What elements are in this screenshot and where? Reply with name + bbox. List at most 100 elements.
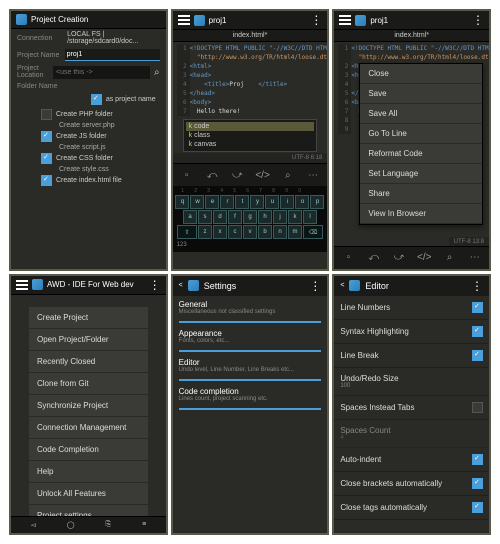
setting-checkbox[interactable] <box>472 402 483 413</box>
hamburger-icon[interactable] <box>339 15 351 25</box>
key-g[interactable]: g <box>243 210 257 224</box>
file-tab[interactable]: index.html* <box>334 30 489 42</box>
menu-open-project-folder[interactable]: Open Project/Folder <box>29 329 148 351</box>
key-p[interactable]: p <box>310 195 324 209</box>
setting-checkbox[interactable] <box>472 350 483 361</box>
menu-synchronize-project[interactable]: Synchronize Project <box>29 395 148 417</box>
ctx-close[interactable]: Close <box>360 64 482 84</box>
save-icon[interactable]: ▫ <box>340 250 356 266</box>
editor-setting-row[interactable]: Line Break <box>334 344 489 368</box>
back-icon[interactable]: < <box>179 282 183 289</box>
folder-checkbox[interactable] <box>41 175 52 186</box>
key-a[interactable]: a <box>183 210 197 224</box>
project-location-input[interactable] <box>53 66 150 79</box>
settings-section[interactable]: EditorUndo level, Line Number, Line Brea… <box>173 354 328 377</box>
menu-recently-closed[interactable]: Recently Closed <box>29 351 148 373</box>
back-icon[interactable]: ◅ <box>30 521 35 529</box>
ctx-go-to-line[interactable]: Go To Line <box>360 124 482 144</box>
project-name-input[interactable] <box>65 49 160 61</box>
shift-key[interactable]: ⇧ <box>177 225 197 239</box>
ctx-save-all[interactable]: Save All <box>360 104 482 124</box>
key-w[interactable]: w <box>190 195 204 209</box>
undo-icon[interactable]: ⤺ <box>204 167 220 183</box>
key-n[interactable]: n <box>273 225 287 239</box>
editor-setting-row[interactable]: Close brackets automatically <box>334 472 489 496</box>
key-m[interactable]: m <box>288 225 302 239</box>
code-icon[interactable]: </> <box>416 250 432 266</box>
setting-checkbox[interactable] <box>472 478 483 489</box>
code-editor[interactable]: 1<!DOCTYPE HTML PUBLIC "-//W3C//DTD HTML… <box>173 42 328 118</box>
setting-checkbox[interactable] <box>472 326 483 337</box>
key-s[interactable]: s <box>198 210 212 224</box>
key-f[interactable]: f <box>228 210 242 224</box>
overflow-menu-icon[interactable]: ⋮ <box>309 280 321 292</box>
recent-icon[interactable]: ⎘ <box>106 521 112 529</box>
code-icon[interactable]: </> <box>255 167 271 183</box>
key-y[interactable]: y <box>250 195 264 209</box>
search-icon[interactable]: ⌕ <box>442 250 458 266</box>
editor-setting-row[interactable]: Auto-indent <box>334 448 489 472</box>
menu-icon[interactable]: ≡ <box>142 521 146 529</box>
ctx-set-language[interactable]: Set Language <box>360 164 482 184</box>
folder-checkbox[interactable] <box>41 153 52 164</box>
keyboard-mode[interactable]: 123 <box>175 240 326 250</box>
as-project-name-checkbox[interactable] <box>91 94 102 105</box>
key-z[interactable]: z <box>198 225 212 239</box>
menu-clone-from-git[interactable]: Clone from Git <box>29 373 148 395</box>
key-r[interactable]: r <box>220 195 234 209</box>
menu-connection-management[interactable]: Connection Management <box>29 417 148 439</box>
overflow-menu-icon[interactable]: ⋮ <box>310 14 322 26</box>
file-tab[interactable]: index.html* <box>173 30 328 42</box>
suggest-item[interactable]: k code <box>186 122 315 131</box>
key-d[interactable]: d <box>213 210 227 224</box>
key-l[interactable]: l <box>303 210 317 224</box>
setting-checkbox[interactable] <box>472 302 483 313</box>
suggest-item[interactable]: k class <box>186 131 315 140</box>
more-icon[interactable]: ⋯ <box>467 250 483 266</box>
ctx-save[interactable]: Save <box>360 84 482 104</box>
folder-checkbox[interactable] <box>41 131 52 142</box>
home-icon[interactable]: ◯ <box>67 521 75 529</box>
more-icon[interactable]: ⋯ <box>305 167 321 183</box>
hamburger-icon[interactable] <box>178 15 190 25</box>
overflow-menu-icon[interactable]: ⋮ <box>471 280 483 292</box>
key-c[interactable]: c <box>228 225 242 239</box>
settings-section[interactable]: AppearanceFonts, colors, etc... <box>173 325 328 348</box>
key-i[interactable]: i <box>280 195 294 209</box>
overflow-menu-icon[interactable]: ⋮ <box>149 279 161 291</box>
backspace-key[interactable]: ⌫ <box>303 225 323 239</box>
editor-setting-row[interactable]: Line Numbers <box>334 296 489 320</box>
menu-help[interactable]: Help <box>29 461 148 483</box>
redo-icon[interactable]: ⤻ <box>391 250 407 266</box>
undo-icon[interactable]: ⤺ <box>366 250 382 266</box>
setting-checkbox[interactable] <box>472 502 483 513</box>
key-o[interactable]: o <box>295 195 309 209</box>
menu-unlock-all-features[interactable]: Unlock All Features <box>29 483 148 505</box>
settings-section[interactable]: GeneralMiscellaneous not classified sett… <box>173 296 328 319</box>
editor-setting-row[interactable]: Syntax Highlighting <box>334 320 489 344</box>
editor-setting-row[interactable]: Close tags automatically <box>334 496 489 520</box>
redo-icon[interactable]: ⤻ <box>229 167 245 183</box>
key-t[interactable]: t <box>235 195 249 209</box>
key-u[interactable]: u <box>265 195 279 209</box>
key-h[interactable]: h <box>258 210 272 224</box>
folder-checkbox[interactable] <box>41 109 52 120</box>
search-icon[interactable]: ⌕ <box>154 67 160 78</box>
ctx-view-in-browser[interactable]: View In Browser <box>360 204 482 224</box>
overflow-menu-icon[interactable]: ⋮ <box>472 14 484 26</box>
ctx-reformat-code[interactable]: Reformat Code <box>360 144 482 164</box>
key-k[interactable]: k <box>288 210 302 224</box>
back-icon[interactable]: < <box>340 282 344 289</box>
setting-checkbox[interactable] <box>472 454 483 465</box>
editor-setting-row[interactable]: Spaces Instead Tabs <box>334 396 489 420</box>
key-b[interactable]: b <box>258 225 272 239</box>
key-q[interactable]: q <box>175 195 189 209</box>
settings-section[interactable]: Code completionLines count, project scan… <box>173 383 328 406</box>
suggest-item[interactable]: k canvas <box>186 140 315 149</box>
search-icon[interactable]: ⌕ <box>280 167 296 183</box>
save-icon[interactable]: ▫ <box>179 167 195 183</box>
hamburger-icon[interactable] <box>16 280 28 290</box>
key-e[interactable]: e <box>205 195 219 209</box>
editor-setting-row[interactable]: Spaces Count4 <box>334 420 489 448</box>
menu-code-completion[interactable]: Code Completion <box>29 439 148 461</box>
